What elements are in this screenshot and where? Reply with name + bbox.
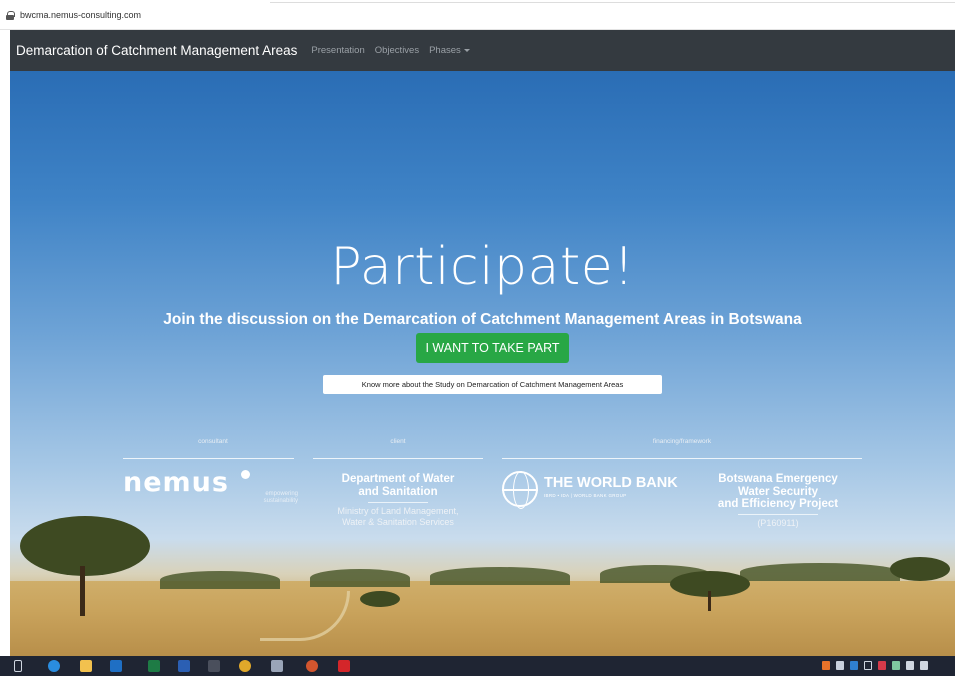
- treeline: [430, 567, 570, 585]
- client-label: client: [390, 438, 406, 445]
- nemus-wordmark: nemus: [123, 467, 229, 498]
- tray-app-icon[interactable]: [822, 661, 830, 670]
- tray-display-icon[interactable]: [906, 661, 914, 670]
- dws-name-line-2: and Sanitation: [358, 486, 438, 498]
- world-bank-logo[interactable]: THE WORLD BANK IBRD • IDA | WORLD BANK G…: [502, 471, 678, 511]
- treeline: [160, 571, 280, 589]
- know-more-button[interactable]: Know more about the Study on Demarcation…: [323, 375, 662, 394]
- acacia-tree: [890, 557, 950, 581]
- nav-dropdown-phases-label: Phases: [429, 45, 461, 56]
- acacia-tree: [20, 516, 150, 576]
- site-brand-link[interactable]: Demarcation of Catchment Management Area…: [16, 43, 297, 58]
- nemus-tagline-line-1: empowering: [265, 491, 298, 497]
- calculator-icon[interactable]: [208, 660, 220, 672]
- url-field[interactable]: bwcma.nemus-consulting.com: [0, 6, 955, 24]
- dws-logo[interactable]: Department of Water and Sanitation Minis…: [313, 473, 483, 528]
- project-name-line-1: Botswana Emergency: [718, 473, 838, 485]
- world-bank-name: THE WORLD BANK: [544, 475, 678, 491]
- project-name-line-3: and Efficiency Project: [717, 498, 839, 510]
- windows-taskbar: [0, 656, 955, 676]
- hero-subtitle: Join the discussion on the Demarcation o…: [163, 311, 802, 328]
- world-bank-globe-icon: [502, 471, 538, 509]
- file-explorer-icon[interactable]: [80, 660, 92, 672]
- tab-strip-divider: [270, 2, 955, 3]
- tray-mail-icon[interactable]: [836, 661, 844, 670]
- lock-icon[interactable]: [6, 10, 15, 20]
- financing-divider: [502, 458, 862, 459]
- acacia-trunk: [708, 591, 711, 611]
- acacia-trunk: [80, 566, 85, 616]
- browser-address-bar: bwcma.nemus-consulting.com: [0, 0, 955, 30]
- ministry-line-1: Ministry of Land Management,: [337, 506, 459, 516]
- nav-link-objectives[interactable]: Objectives: [375, 45, 419, 56]
- project-name-line-2: Water Security: [737, 485, 819, 498]
- dws-divider: [368, 502, 428, 503]
- bush: [360, 591, 400, 607]
- tray-outlook-icon[interactable]: [850, 661, 858, 670]
- tray-battery-icon[interactable]: [864, 661, 872, 670]
- tray-network-icon[interactable]: [892, 661, 900, 670]
- chrome-icon[interactable]: [239, 660, 251, 672]
- edge-icon[interactable]: [48, 660, 60, 672]
- nemus-logo[interactable]: nemus empowering sustainability: [123, 467, 303, 509]
- nav-link-presentation[interactable]: Presentation: [311, 45, 364, 56]
- nemus-tagline-line-2: sustainability: [263, 498, 298, 504]
- project-divider: [738, 513, 818, 515]
- world-bank-subtitle: IBRD • IDA | WORLD BANK GROUP: [544, 493, 627, 498]
- hero-section: Participate! Join the discussion on the …: [10, 71, 955, 656]
- outlook-icon[interactable]: [110, 660, 122, 672]
- treeline: [740, 563, 900, 581]
- savanna-ground: [10, 581, 955, 656]
- consultant-label: consultant: [198, 438, 228, 445]
- nemus-dot-icon: [241, 470, 250, 479]
- powerpoint-icon[interactable]: [306, 660, 318, 672]
- hero-title: Participate!: [330, 237, 635, 297]
- consultant-divider: [123, 458, 294, 459]
- word-icon[interactable]: [178, 660, 190, 672]
- client-divider: [313, 458, 483, 459]
- ministry-line-2: Water & Sanitation Services: [342, 517, 454, 527]
- nav-dropdown-phases[interactable]: Phases: [429, 45, 470, 56]
- dws-name-line-1: Department of Water: [341, 473, 455, 485]
- caret-down-icon: [463, 48, 470, 52]
- excel-icon[interactable]: [148, 660, 160, 672]
- url-text[interactable]: bwcma.nemus-consulting.com: [20, 10, 141, 20]
- task-view-icon[interactable]: [14, 660, 22, 672]
- acrobat-icon[interactable]: [338, 660, 350, 672]
- treeline: [310, 569, 410, 587]
- tray-security-icon[interactable]: [878, 661, 886, 670]
- financing-label: financing/framework: [652, 438, 712, 445]
- app-icon[interactable]: [271, 660, 283, 672]
- nemus-tagline: empowering sustainability: [238, 491, 298, 505]
- tray-volume-icon[interactable]: [920, 661, 928, 670]
- site-navbar: Demarcation of Catchment Management Area…: [10, 30, 955, 71]
- take-part-button[interactable]: I WANT TO TAKE PART: [416, 333, 569, 363]
- project-code: (P160911): [757, 517, 799, 528]
- project-logo[interactable]: Botswana Emergency Water Security and Ef…: [693, 473, 863, 528]
